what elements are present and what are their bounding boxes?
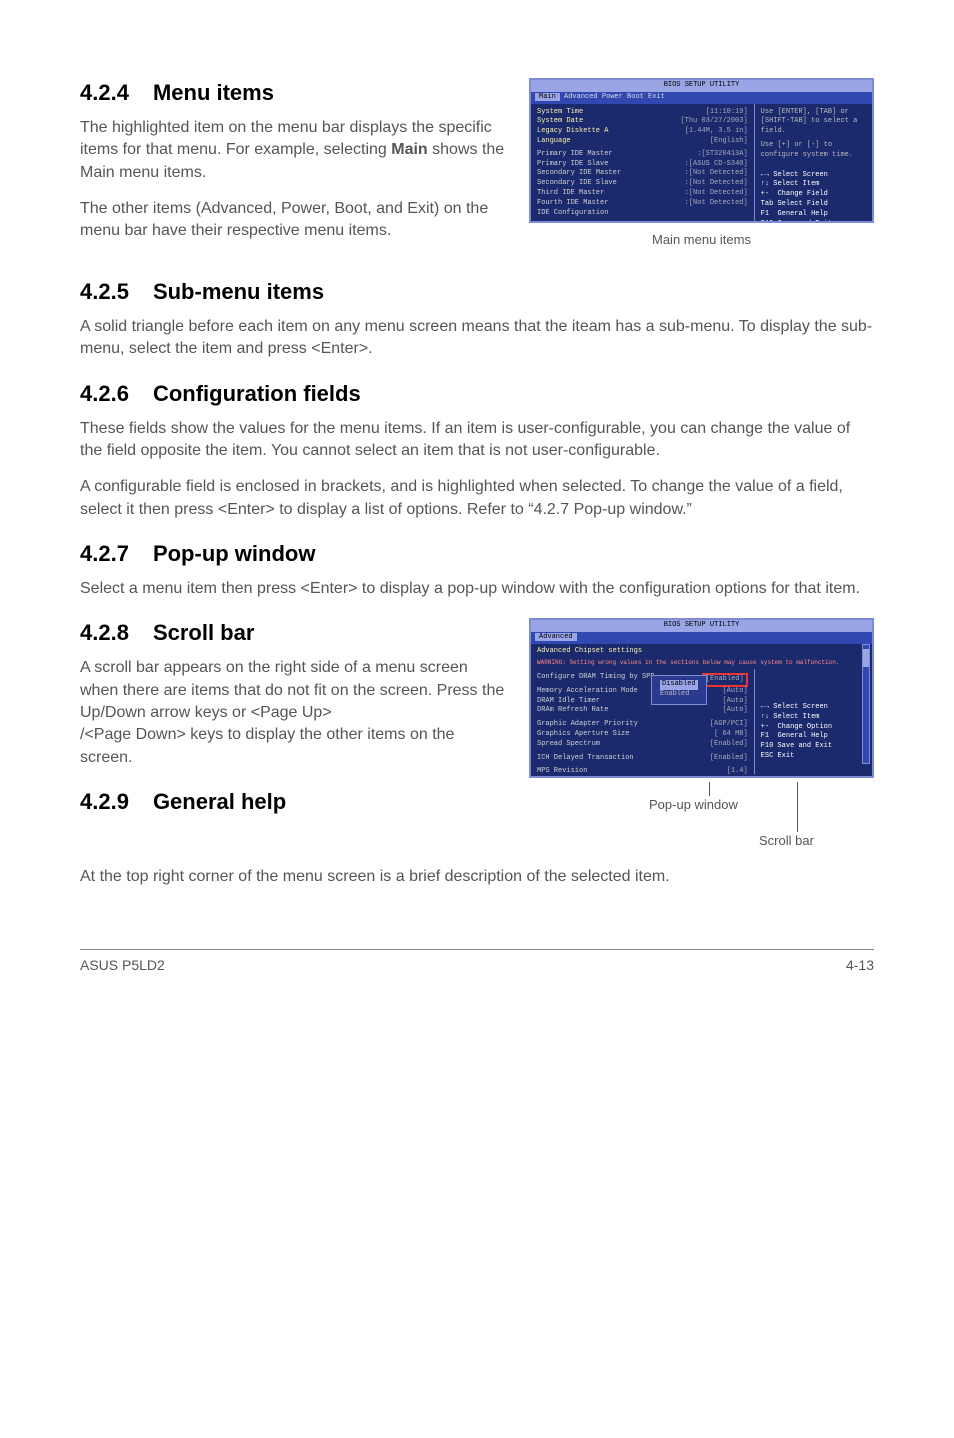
bios-screenshot-main: BIOS SETUP UTILITY Main Advanced Power B… bbox=[529, 78, 874, 223]
heading-427: 4.2.7Pop-up window bbox=[80, 539, 874, 570]
footer-left: ASUS P5LD2 bbox=[80, 956, 165, 976]
bios-tabs: Main Advanced Power Boot Exit bbox=[531, 92, 872, 104]
bios-help-panel-2: ←→ Select Screen ↑↓ Select Item +- Chang… bbox=[755, 669, 872, 774]
annotation-scrollbar: Scroll bar bbox=[759, 832, 814, 850]
bios-tabs-2: Advanced bbox=[531, 632, 872, 644]
scrollbar bbox=[862, 644, 870, 764]
bios-main-panel: System Time[11:10:19] System Date[Thu 03… bbox=[531, 104, 755, 223]
help-keys: ←→ Select Screen ↑↓ Select Item +- Chang… bbox=[761, 171, 866, 223]
paragraph-426b: A configurable field is enclosed in brac… bbox=[80, 476, 874, 521]
page-footer: ASUS P5LD2 4-13 bbox=[80, 949, 874, 976]
footer-right: 4-13 bbox=[846, 956, 874, 976]
help-text-1: Use [ENTER], [TAB] or [SHIFT-TAB] to sel… bbox=[761, 108, 866, 137]
paragraph-427: Select a menu item then press <Enter> to… bbox=[80, 578, 874, 600]
paragraph-426a: These fields show the values for the men… bbox=[80, 418, 874, 463]
bios-title-2: BIOS SETUP UTILITY bbox=[531, 620, 872, 632]
help-text-2: Use [+] or [-] to configure system time. bbox=[761, 141, 866, 161]
scrollbar-thumb bbox=[863, 649, 869, 667]
bios-help-panel: Use [ENTER], [TAB] or [SHIFT-TAB] to sel… bbox=[755, 104, 872, 223]
figure-main-menu: BIOS SETUP UTILITY Main Advanced Power B… bbox=[529, 78, 874, 249]
bios-warning: WARNING: Setting wrong values in the sec… bbox=[537, 659, 866, 667]
figure-popup-scroll: BIOS SETUP UTILITY Advanced Advanced Chi… bbox=[529, 618, 874, 866]
popup-window-overlay: Disabled Enabled bbox=[651, 675, 707, 705]
figure-caption-main: Main menu items bbox=[529, 231, 874, 249]
bios-subheading: Advanced Chipset settings bbox=[537, 647, 866, 657]
paragraph-429: At the top right corner of the menu scre… bbox=[80, 866, 874, 888]
bios-screenshot-advanced: BIOS SETUP UTILITY Advanced Advanced Chi… bbox=[529, 618, 874, 778]
help-keys-2: ←→ Select Screen ↑↓ Select Item +- Chang… bbox=[761, 703, 866, 762]
annotation-popup: Pop-up window bbox=[649, 796, 738, 814]
heading-426: 4.2.6Configuration fields bbox=[80, 379, 874, 410]
heading-425: 4.2.5Sub-menu items bbox=[80, 277, 874, 308]
bios-title: BIOS SETUP UTILITY bbox=[531, 80, 872, 92]
bios-advanced-panel: Configure DRAM Timing by SPD[Enabled] Me… bbox=[531, 669, 755, 774]
paragraph-425: A solid triangle before each item on any… bbox=[80, 316, 874, 361]
